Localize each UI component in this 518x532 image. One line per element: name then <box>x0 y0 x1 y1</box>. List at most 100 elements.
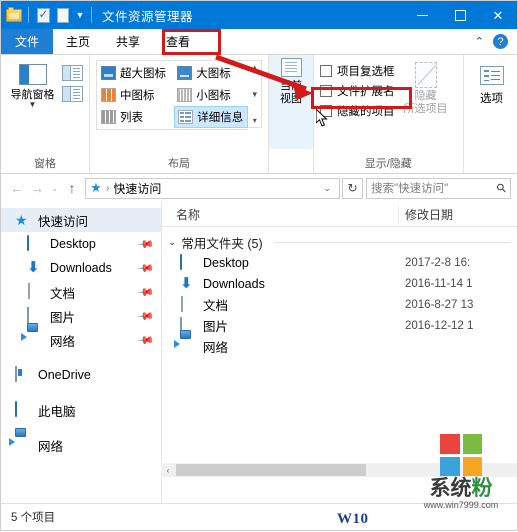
layout-gallery-scroller[interactable]: ▲ ▼ ▾ <box>248 60 262 128</box>
tab-view[interactable]: 查看 <box>153 29 203 54</box>
sidebar-item-label: 快速访问 <box>38 211 88 230</box>
downloads-icon: ⬇ <box>27 260 43 276</box>
layout-medium-icons[interactable]: 中图标 <box>98 84 172 106</box>
group-header-frequent-folders[interactable]: ⌄ 常用文件夹 (5) <box>162 232 517 252</box>
navigation-pane-button[interactable]: 导航窗格 ▼ <box>7 60 58 109</box>
forward-button[interactable]: → <box>27 177 47 199</box>
file-date-cell: 2017-2-8 16: <box>399 257 517 269</box>
sidebar-item-network-quick[interactable]: 网络 📌 <box>1 328 161 352</box>
sidebar-item-quick-access[interactable]: ★ 快速访问 <box>1 208 161 232</box>
layout-small-icons[interactable]: 小图标 <box>174 84 248 106</box>
back-button[interactable]: ← <box>7 177 27 199</box>
desktop-icon <box>180 255 196 271</box>
qat-divider-2 <box>91 7 92 23</box>
checkbox-file-name-extensions[interactable]: 文件扩展名 <box>320 83 395 99</box>
checkbox-box[interactable] <box>320 65 332 77</box>
sidebar-item-onedrive[interactable]: OneDrive <box>1 363 161 387</box>
pin-icon: 📌 <box>137 283 156 302</box>
checkbox-hidden-items[interactable]: 隐藏的项目 <box>320 103 395 119</box>
scroll-up-icon[interactable]: ▲ <box>251 63 259 72</box>
column-header-row: 名称 修改日期 <box>162 202 517 227</box>
gallery-expand-icon[interactable]: ▾ <box>253 116 257 125</box>
file-list-body: ⌄ 常用文件夹 (5) Desktop 2017-2-8 16: ⬇ Downl… <box>162 227 517 503</box>
layout-details[interactable]: 详细信息 <box>174 106 248 128</box>
address-input[interactable]: ★ › 快速访问 ⌄ <box>85 178 340 199</box>
scrollbar-thumb[interactable] <box>176 464 366 476</box>
sidebar-item-downloads[interactable]: ⬇ Downloads 📌 <box>1 256 161 280</box>
refresh-icon[interactable]: ↻ <box>342 178 363 199</box>
window-controls: ✕ <box>403 1 517 29</box>
details-pane-icon[interactable] <box>62 86 83 102</box>
ribbon-right-controls: ⌃ ? <box>475 29 517 54</box>
group-label-pane: 窗格 <box>1 156 89 173</box>
properties-icon[interactable] <box>33 5 53 25</box>
tab-file[interactable]: 文件 <box>1 29 53 54</box>
show-hide-checkbox-list: 项目复选框 文件扩展名 隐藏的项目 <box>320 60 395 119</box>
table-row[interactable]: 图片 2016-12-12 1 <box>162 315 517 336</box>
column-header-date[interactable]: 修改日期 <box>398 206 517 223</box>
scroll-left-icon[interactable]: ‹ <box>161 466 175 475</box>
sidebar-item-label: 网络 <box>38 436 63 455</box>
new-folder-icon[interactable] <box>53 5 73 25</box>
maximize-button[interactable] <box>441 1 479 29</box>
corner-mark: W10 <box>337 511 369 528</box>
ribbon-view-tab: 导航窗格 ▼ 窗格 超大图标 <box>1 55 517 174</box>
sidebar-item-this-pc[interactable]: 此电脑 <box>1 398 161 422</box>
horizontal-scrollbar[interactable]: ‹ <box>161 463 517 477</box>
checkbox-box[interactable] <box>320 85 332 97</box>
file-name-label: Desktop <box>203 256 249 270</box>
desktop-icon <box>27 236 43 252</box>
layout-large-icons[interactable]: 大图标 <box>174 62 248 84</box>
checkbox-item-checkboxes[interactable]: 项目复选框 <box>320 63 395 79</box>
chevron-down-icon[interactable]: ⌄ <box>168 237 176 248</box>
chevron-up-icon[interactable]: ⌃ <box>475 35 484 48</box>
search-input[interactable]: 搜索"快速访问" ⚲ <box>366 178 511 199</box>
sidebar-item-label: Desktop <box>50 237 96 251</box>
ribbon-group-layout: 超大图标 大图标 中图标 小图标 <box>90 55 269 173</box>
chevron-down-icon[interactable]: ▼ <box>29 101 37 109</box>
chevron-down-icon[interactable]: ⌄ <box>318 183 336 194</box>
help-icon[interactable]: ? <box>493 34 508 49</box>
hide-selected-label-1: 隐藏 <box>415 90 437 103</box>
current-view-button[interactable]: 当前 视图 <box>269 55 313 149</box>
sidebar-item-documents[interactable]: 文档 📌 <box>1 280 161 304</box>
file-name-cell: 图片 <box>162 316 399 335</box>
minimize-button[interactable] <box>403 1 441 29</box>
close-icon[interactable]: ✕ <box>479 1 517 29</box>
tab-home[interactable]: 主页 <box>53 29 103 54</box>
sidebar-item-label: 图片 <box>50 307 75 326</box>
documents-icon <box>27 284 43 300</box>
table-row[interactable]: 网络 <box>162 336 517 357</box>
customize-qat-chevron-icon[interactable]: ▼ <box>73 11 87 20</box>
navigation-pane: ★ 快速访问 Desktop 📌 ⬇ Downloads 📌 文档 📌 图片 <box>1 202 162 503</box>
window-title: 文件资源管理器 <box>102 6 193 25</box>
scroll-down-icon[interactable]: ▼ <box>251 90 259 99</box>
preview-pane-icon[interactable] <box>62 65 83 81</box>
layout-list[interactable]: 列表 <box>98 106 172 128</box>
sidebar-item-pictures[interactable]: 图片 📌 <box>1 304 161 328</box>
file-list: 名称 修改日期 ⌄ 常用文件夹 (5) Desktop 2017-2-8 16: <box>162 202 517 503</box>
folder-icon[interactable] <box>4 5 24 25</box>
ribbon-group-pane: 导航窗格 ▼ 窗格 <box>1 55 90 173</box>
layout-label: 中图标 <box>120 87 155 103</box>
recent-locations-button[interactable]: ⌄ <box>47 177 62 199</box>
scrollbar-track[interactable] <box>175 463 517 477</box>
layout-extra-large-icons[interactable]: 超大图标 <box>98 62 172 84</box>
options-label: 选项 <box>480 90 503 106</box>
options-button[interactable]: 选项 <box>470 60 514 106</box>
column-header-name[interactable]: 名称 <box>162 206 398 223</box>
table-row[interactable]: ⬇ Downloads 2016-11-14 1 <box>162 273 517 294</box>
file-name-cell: Desktop <box>162 255 399 271</box>
table-row[interactable]: 文档 2016-8-27 13 <box>162 294 517 315</box>
documents-icon <box>180 297 196 313</box>
table-row[interactable]: Desktop 2017-2-8 16: <box>162 252 517 273</box>
up-button[interactable]: ↑ <box>62 177 82 199</box>
sidebar-item-desktop[interactable]: Desktop 📌 <box>1 232 161 256</box>
quick-access-toolbar: ▼ <box>1 1 96 29</box>
file-name-label: 文档 <box>203 295 228 314</box>
tab-share[interactable]: 共享 <box>103 29 153 54</box>
group-header-label: 常用文件夹 (5) <box>181 233 262 252</box>
sidebar-item-network[interactable]: 网络 <box>1 433 161 457</box>
file-explorer-window: ▼ 文件资源管理器 ✕ 文件 主页 共享 查看 ⌃ ? 导航窗格 ▼ <box>0 0 518 531</box>
sidebar-item-label: 此电脑 <box>38 401 76 420</box>
